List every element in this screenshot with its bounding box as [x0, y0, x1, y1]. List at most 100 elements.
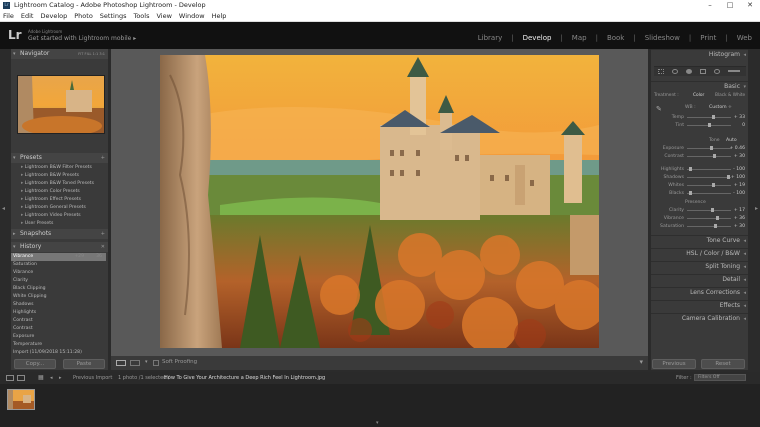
soft-proofing-checkbox[interactable]	[153, 360, 159, 366]
slider-whites[interactable]: Whites + 19	[651, 182, 748, 189]
slider-track[interactable]	[687, 218, 731, 219]
history-item[interactable]: Import (11/09/2018 15:11:28)	[11, 349, 106, 357]
preset-folder[interactable]: Lightroom Color Presets	[21, 188, 80, 196]
history-item[interactable]: Clarity	[11, 277, 106, 285]
slider-vibrance[interactable]: Vibrance + 36	[651, 215, 748, 222]
slider-track[interactable]	[687, 185, 731, 186]
history-item[interactable]: Vibrance +29 36	[11, 253, 106, 261]
history-header[interactable]: ▾ History ✕	[11, 242, 108, 252]
slider-value[interactable]: + 33	[734, 114, 745, 121]
slider-value[interactable]: - 100	[733, 166, 745, 173]
filter-select[interactable]: Filters Off	[694, 374, 746, 381]
crop-tool-icon[interactable]	[658, 69, 664, 74]
slider-highlights[interactable]: Highlights - 100	[651, 166, 748, 173]
slider-track[interactable]	[687, 226, 731, 227]
preset-folder[interactable]: Lightroom B&W Presets	[21, 172, 79, 180]
slider-value[interactable]: + 100	[731, 174, 745, 181]
menu-photo[interactable]: Photo	[74, 11, 93, 21]
maximize-button[interactable]: □	[720, 0, 740, 11]
hsl-header[interactable]: HSL / Color / B&W ◂	[651, 248, 748, 258]
history-item[interactable]: Black Clipping	[11, 285, 106, 293]
main-photo[interactable]	[160, 55, 599, 348]
mobile-promo-link[interactable]: Get started with Lightroom mobile ▸	[28, 35, 136, 42]
filmstrip-thumbnail[interactable]	[7, 389, 35, 410]
slider-value[interactable]: + 36	[734, 215, 745, 222]
slider-value[interactable]: - 100	[733, 190, 745, 197]
slider-track[interactable]	[687, 156, 731, 157]
slider-knob[interactable]	[710, 146, 714, 150]
history-item[interactable]: White Clipping	[11, 293, 106, 301]
slider-value[interactable]: 0	[742, 122, 745, 129]
history-item[interactable]: Contrast	[11, 317, 106, 325]
navigator-header[interactable]: ▾ Navigator FIT FILL 1:1 3:1	[11, 49, 108, 59]
menu-settings[interactable]: Settings	[100, 11, 127, 21]
lens-corrections-header[interactable]: Lens Corrections ◂	[651, 287, 748, 297]
menu-view[interactable]: View	[156, 11, 171, 21]
navigator-preview[interactable]	[17, 75, 105, 134]
detail-header[interactable]: Detail ◂	[651, 274, 748, 284]
zoom-options[interactable]: FIT FILL 1:1 3:1	[78, 49, 105, 59]
slider-value[interactable]: + 17	[734, 207, 745, 214]
slider-shadows[interactable]: Shadows + 100	[651, 174, 748, 181]
slider-knob[interactable]	[712, 115, 716, 119]
history-item[interactable]: Saturation	[11, 261, 106, 269]
basic-header[interactable]: Basic ▾	[651, 81, 748, 91]
preset-folder[interactable]: Lightroom B&W Toned Presets	[21, 180, 94, 188]
slider-knob[interactable]	[689, 191, 693, 195]
slider-knob[interactable]	[689, 167, 693, 171]
clear-history-icon[interactable]: ✕	[101, 242, 105, 252]
previous-button[interactable]: Previous	[652, 359, 696, 369]
camera-calibration-header[interactable]: Camera Calibration ◂	[651, 313, 748, 323]
close-button[interactable]: ✕	[740, 0, 760, 11]
slider-contrast[interactable]: Contrast + 30	[651, 153, 748, 160]
preset-folder[interactable]: User Presets	[21, 220, 54, 228]
slider-knob[interactable]	[713, 154, 717, 158]
slider-track[interactable]	[687, 193, 731, 194]
tone-curve-header[interactable]: Tone Curve ◂	[651, 235, 748, 245]
loupe-view-icon[interactable]	[116, 360, 126, 366]
grid-view-icon[interactable]: ▦	[38, 372, 44, 384]
histogram-header[interactable]: Histogram ◂	[651, 49, 748, 59]
slider-clarity[interactable]: Clarity + 17	[651, 207, 748, 214]
module-slideshow[interactable]: Slideshow	[645, 34, 680, 42]
right-panel-toggle-icon[interactable]: ▸	[755, 205, 758, 212]
tone-auto-button[interactable]: Auto	[726, 138, 737, 143]
minimize-button[interactable]: –	[700, 0, 720, 11]
menu-edit[interactable]: Edit	[21, 11, 34, 21]
module-web[interactable]: Web	[737, 34, 752, 42]
white-balance-picker-icon[interactable]: ✎	[656, 105, 662, 113]
slider-track[interactable]	[687, 117, 731, 118]
radial-filter-icon[interactable]	[714, 69, 720, 74]
slider-track[interactable]	[687, 177, 731, 178]
second-window-icon[interactable]	[17, 375, 25, 381]
slider-tint[interactable]: Tint 0	[651, 122, 748, 129]
module-book[interactable]: Book	[607, 34, 624, 42]
split-toning-header[interactable]: Split Toning ◂	[651, 261, 748, 271]
module-print[interactable]: Print	[700, 34, 716, 42]
forward-arrow-icon[interactable]: ▸	[59, 372, 62, 384]
slider-saturation[interactable]: Saturation + 30	[651, 223, 748, 230]
file-name[interactable]: How To Give Your Architecture a Deep Ric…	[164, 372, 325, 384]
slider-track[interactable]	[687, 210, 731, 211]
preset-folder[interactable]: Lightroom B&W Filter Presets	[21, 164, 92, 172]
wb-select[interactable]: Custom ÷	[709, 105, 732, 110]
slider-knob[interactable]	[708, 123, 711, 127]
slider-track[interactable]	[687, 169, 731, 170]
dropdown-arrow-icon[interactable]: ▾	[145, 359, 148, 365]
slider-knob[interactable]	[714, 224, 718, 228]
add-snapshot-icon[interactable]: +	[101, 229, 105, 239]
history-item[interactable]: Exposure	[11, 333, 106, 341]
treatment-bw[interactable]: Black & White	[715, 93, 745, 98]
adjustment-brush-icon[interactable]	[728, 70, 740, 72]
menu-file[interactable]: File	[3, 11, 14, 21]
slider-value[interactable]: + 30	[734, 223, 745, 230]
spot-removal-icon[interactable]	[672, 69, 678, 74]
previous-import-label[interactable]: Previous Import	[73, 372, 112, 384]
treatment-color[interactable]: Color	[693, 93, 704, 98]
presets-header[interactable]: ▾ Presets +	[11, 153, 108, 163]
before-after-icon[interactable]	[130, 360, 140, 366]
slider-exposure[interactable]: Exposure + 0.46	[651, 145, 748, 152]
history-item[interactable]: Vibrance	[11, 269, 106, 277]
slider-knob[interactable]	[712, 183, 716, 187]
module-map[interactable]: Map	[572, 34, 587, 42]
